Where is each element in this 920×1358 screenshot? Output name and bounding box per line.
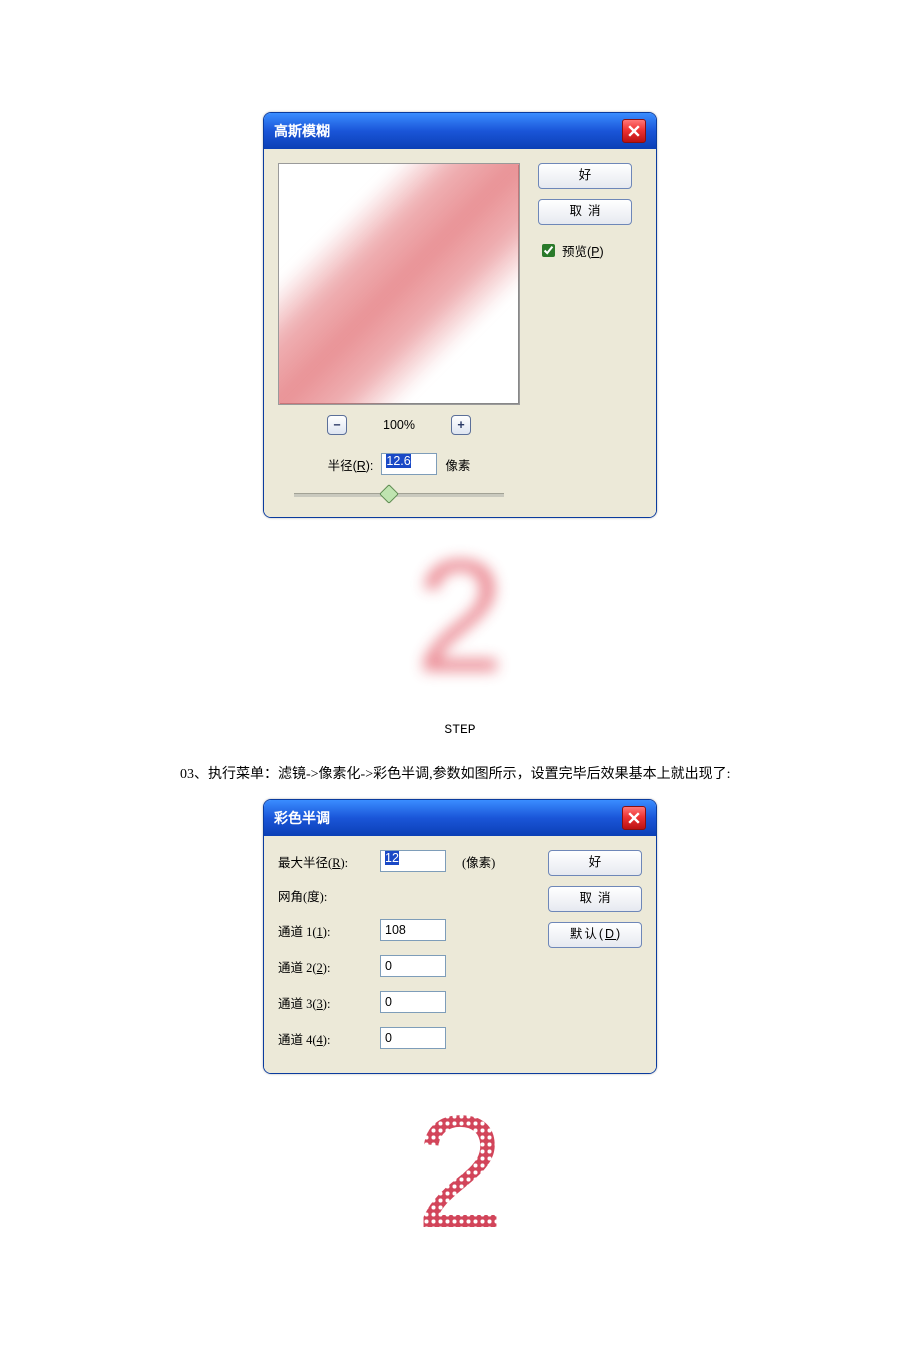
blurred-two-figure: 2 (0, 536, 920, 696)
two-glyph: 2 (416, 526, 505, 705)
gaussian-blur-dialog: 高斯模糊 − 100% + 半径(R): 12.6 (263, 112, 657, 518)
radius-unit: 像素 (445, 455, 470, 474)
channel1-label: 通道 1(1): (278, 921, 370, 940)
channel3-input[interactable] (380, 991, 446, 1013)
grid-angle-label: 网角(度): (278, 886, 370, 905)
zoom-percent-label: 100% (383, 418, 415, 432)
cancel-button[interactable]: 取消 (548, 886, 642, 912)
halftone-title: 彩色半调 (274, 808, 330, 828)
slider-track (294, 493, 504, 497)
channel2-input[interactable] (380, 955, 446, 977)
instruction-text: 03、执行菜单：滤镜->像素化->彩色半调,参数如图所示，设置完毕后效果基本上就… (180, 763, 820, 783)
zoom-out-button[interactable]: − (327, 415, 347, 435)
max-radius-label: 最大半径(R): (278, 852, 370, 871)
radius-slider[interactable] (294, 489, 504, 499)
preview-label: 预览(P) (562, 241, 604, 260)
ok-button[interactable]: 好 (548, 850, 642, 876)
radius-input[interactable]: 12.6 (381, 453, 437, 475)
radius-label: 半径(R): (328, 455, 374, 474)
preview-checkbox[interactable] (542, 244, 555, 257)
preview-content (278, 163, 520, 405)
gaussian-title: 高斯模糊 (274, 121, 330, 141)
slider-thumb[interactable] (379, 484, 399, 504)
close-icon[interactable] (622, 119, 646, 143)
channel1-input[interactable] (380, 919, 446, 941)
close-icon[interactable] (622, 806, 646, 830)
max-radius-input[interactable]: 12 (380, 850, 446, 872)
gaussian-preview-area (278, 163, 520, 405)
two-glyph: 2 (416, 1092, 505, 1252)
max-radius-unit: (像素) (462, 852, 495, 871)
halftone-titlebar[interactable]: 彩色半调 (264, 800, 656, 836)
ok-button[interactable]: 好 (538, 163, 632, 189)
channel4-label: 通道 4(4): (278, 1029, 370, 1048)
color-halftone-dialog: 彩色半调 最大半径(R): 12 (像素) 网角(度): (263, 799, 657, 1074)
step-caption: STEP (0, 722, 920, 737)
halftone-two-figure: 2 (0, 1092, 920, 1252)
cancel-button[interactable]: 取消 (538, 199, 632, 225)
zoom-in-button[interactable]: + (451, 415, 471, 435)
gaussian-titlebar[interactable]: 高斯模糊 (264, 113, 656, 149)
preview-checkbox-row[interactable]: 预览(P) (538, 241, 642, 260)
channel4-input[interactable] (380, 1027, 446, 1049)
channel3-label: 通道 3(3): (278, 993, 370, 1012)
channel2-label: 通道 2(2): (278, 957, 370, 976)
defaults-button[interactable]: 默认(D) (548, 922, 642, 948)
